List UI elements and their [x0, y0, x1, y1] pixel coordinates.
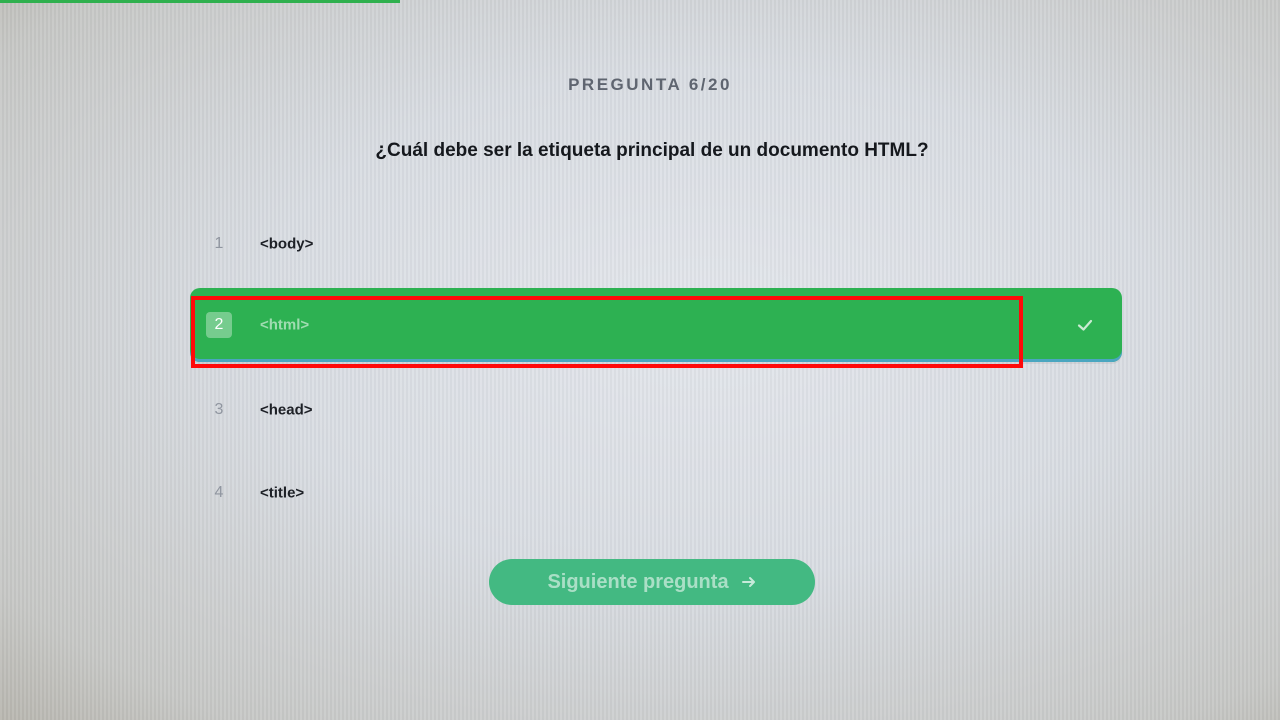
answer-number: 4 [214, 484, 224, 501]
quiz-progress-bar [0, 0, 400, 3]
next-question-button[interactable]: Siguiente pregunta [489, 559, 815, 605]
answer-number: 2 [206, 312, 232, 338]
check-icon [1077, 319, 1093, 331]
answer-label: <title> [260, 484, 305, 502]
question-text: ¿Cuál debe ser la etiqueta principal de … [375, 140, 929, 161]
question-counter: PREGUNTA 6/20 [568, 75, 732, 94]
answer-option-3[interactable]: 3 <head> [190, 373, 1122, 447]
answer-option-2[interactable]: 2 <html> [190, 288, 1122, 362]
answer-number: 3 [214, 401, 224, 418]
answer-option-4[interactable]: 4 <title> [190, 456, 1122, 530]
answer-label: <head> [260, 401, 313, 419]
answer-option-1[interactable]: 1 <body> [190, 207, 1122, 281]
answer-label: <body> [260, 235, 314, 253]
next-question-label: Siguiente pregunta [547, 570, 729, 593]
answer-number: 1 [214, 235, 224, 252]
answer-label: <html> [260, 316, 310, 334]
arrow-right-icon [741, 577, 755, 587]
